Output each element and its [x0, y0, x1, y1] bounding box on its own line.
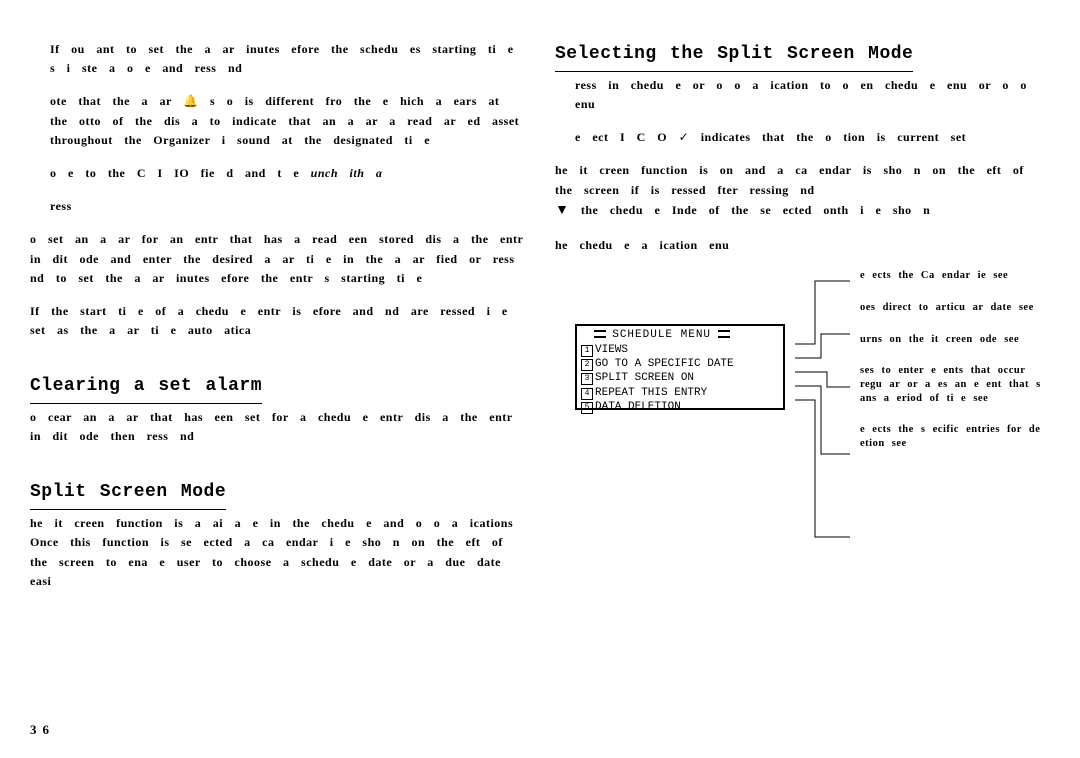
menu-item: 3SPLIT SCREEN ON: [581, 371, 779, 385]
down-arrow-icon: ▼: [555, 200, 569, 222]
body-text: o set an a ar for an entr that has a rea…: [30, 230, 525, 288]
bell-icon: 🔔: [183, 92, 198, 111]
menu-item: 5DATA DELETION: [581, 400, 779, 414]
menu-diagram: SCHEDULE MENU 1VIEWS 2GO TO A SPECIFIC D…: [555, 269, 1050, 569]
menu-title-text: SCHEDULE MENU: [612, 329, 711, 341]
menu-item: 2GO TO A SPECIFIC DATE: [581, 357, 779, 371]
heading-selecting-split: Selecting the Split Screen Mode: [555, 40, 913, 72]
body-text: ress: [30, 197, 525, 216]
connector-lines: [795, 269, 850, 569]
body-text: If the start ti e of a chedu e entr is e…: [30, 302, 525, 340]
body-text: he it creen function is a ai a e in the …: [30, 514, 525, 591]
right-column: Selecting the Split Screen Mode ress in …: [555, 40, 1050, 718]
heading-split-screen: Split Screen Mode: [30, 478, 226, 510]
body-text: he it creen function is on and a ca enda…: [555, 161, 1050, 222]
body-text: he chedu e a ication enu: [555, 236, 1050, 255]
menu-annotations: e ects the Ca endar ie see oes direct to…: [860, 269, 1050, 569]
body-text: ress in chedu e or o o a ication to o en…: [555, 76, 1050, 114]
annotation: ses to enter e ents that occur regu ar o…: [860, 364, 1050, 405]
annotation: urns on the it creen ode see: [860, 333, 1050, 347]
body-text: If ou ant to set the a ar inutes efore t…: [30, 40, 525, 78]
menu-item: 4REPEAT THIS ENTRY: [581, 386, 779, 400]
body-text: o e to the C I IO fie d and t e unch ith…: [30, 164, 525, 183]
body-text: e ect I C O ✓ indicates that the o tion …: [555, 128, 1050, 147]
annotation: e ects the s ecific entries for de etion…: [860, 423, 1050, 450]
body-text: o cear an a ar that has een set for a ch…: [30, 408, 525, 446]
annotation: e ects the Ca endar ie see: [860, 269, 1050, 283]
page-number: 36: [30, 722, 55, 738]
manual-page: If ou ant to set the a ar inutes efore t…: [0, 0, 1080, 758]
heading-clearing-alarm: Clearing a set alarm: [30, 372, 262, 404]
menu-item: 1VIEWS: [581, 343, 779, 357]
annotation: oes direct to articu ar date see: [860, 301, 1050, 315]
body-text: ote that the a ar 🔔 s o is different fro…: [30, 92, 525, 150]
left-column: If ou ant to set the a ar inutes efore t…: [30, 40, 525, 718]
schedule-menu-box: SCHEDULE MENU 1VIEWS 2GO TO A SPECIFIC D…: [575, 324, 785, 410]
checkmark-icon: ✓: [679, 128, 690, 147]
